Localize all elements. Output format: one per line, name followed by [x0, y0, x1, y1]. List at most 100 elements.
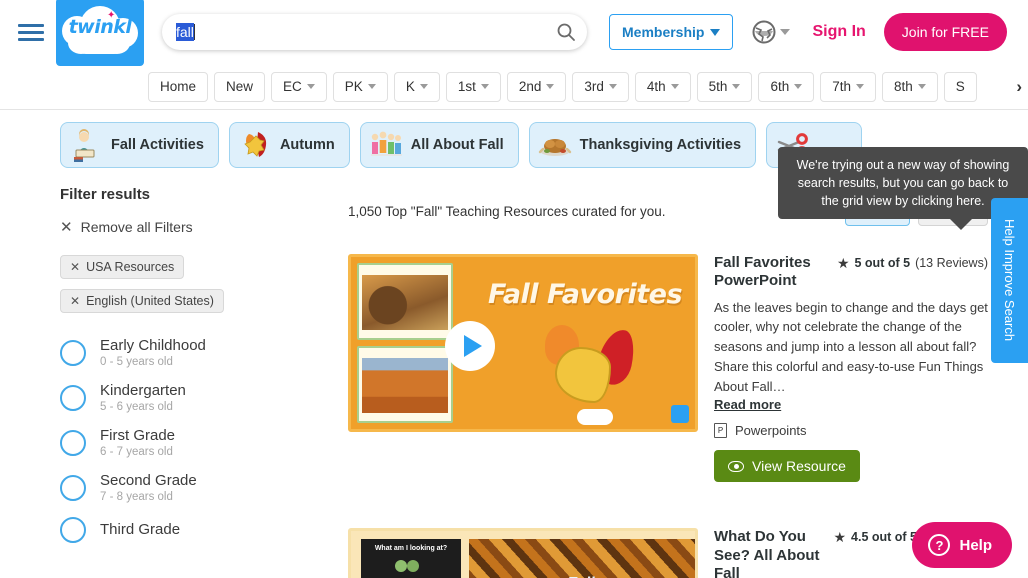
- resource-type-label: Powerpoints: [735, 423, 807, 439]
- radio-icon[interactable]: [60, 384, 86, 411]
- gnav-label: Home: [160, 79, 197, 94]
- hamburger-icon[interactable]: [8, 23, 54, 41]
- thumbnail-title: Fall Favorites: [487, 279, 683, 310]
- resource-thumbnail[interactable]: What am I looking at? Fall: [348, 528, 698, 578]
- children-icon: [369, 128, 403, 162]
- page-body: Filter results ✕ Remove all Filters ✕ US…: [0, 182, 1028, 578]
- gnav-label: New: [226, 79, 254, 94]
- radio-icon[interactable]: [60, 339, 86, 366]
- slide-preview: [357, 346, 453, 423]
- help-improve-search-label: Help Improve Search: [1002, 219, 1017, 342]
- chevron-down-icon: [608, 84, 617, 89]
- gnav-1st[interactable]: 1st: [445, 71, 501, 102]
- thumbnail-slide-previews: [357, 263, 453, 423]
- chip-label: All About Fall: [410, 137, 504, 153]
- gnav-7th[interactable]: 7th: [820, 71, 877, 102]
- slide-preview: [357, 263, 453, 340]
- filter-grade-second[interactable]: Second Grade 7 - 8 years old: [60, 472, 290, 503]
- grade-age: 6 - 7 years old: [100, 446, 173, 458]
- grade-age: 7 - 8 years old: [100, 491, 173, 503]
- result-item: Fall Favorites Fall Favorites PowerPoint…: [348, 254, 988, 483]
- resource-thumbnail[interactable]: Fall Favorites: [348, 254, 698, 432]
- filter-grade-early-childhood[interactable]: Early Childhood 0 - 5 years old: [60, 337, 290, 368]
- view-resource-label: View Resource: [752, 458, 846, 475]
- radio-icon[interactable]: [60, 517, 86, 543]
- gnav-3rd[interactable]: 3rd: [572, 71, 629, 102]
- nav-next-arrow-icon[interactable]: ›: [1010, 76, 1022, 97]
- gnav-home[interactable]: Home: [148, 71, 209, 102]
- logo-wordmark: twinkl: [68, 16, 132, 38]
- help-improve-search-tab[interactable]: Help Improve Search: [991, 198, 1028, 363]
- gnav-2nd[interactable]: 2nd: [506, 71, 567, 102]
- twinkl-logo[interactable]: twinkl ✦: [56, 0, 144, 66]
- read-more-link[interactable]: Read more: [714, 397, 781, 412]
- close-icon: ✕: [70, 294, 81, 308]
- chip-label: Fall Activities: [111, 137, 204, 153]
- thumbnail-question-panel: What am I looking at?: [361, 539, 461, 578]
- applied-filter-usa-resources[interactable]: ✕ USA Resources: [60, 255, 185, 279]
- radio-icon[interactable]: [60, 429, 86, 456]
- gnav-label: 2nd: [518, 79, 542, 94]
- chevron-down-icon: [780, 29, 791, 35]
- chip-fall-activities[interactable]: Fall Activities: [60, 122, 219, 168]
- chip-label: Thanksgiving Activities: [579, 137, 742, 153]
- filter-grade-kindergarten[interactable]: Kindergarten 5 - 6 years old: [60, 382, 290, 413]
- view-resource-button[interactable]: View Resource: [714, 450, 860, 483]
- grade-navigation: Home New EC PK K 1st 2nd 3rd 4th 5th 6th…: [0, 64, 1028, 110]
- gnav-k[interactable]: K: [393, 71, 440, 102]
- grade-age: 0 - 5 years old: [100, 356, 173, 368]
- autumn-leaves-icon: [539, 325, 639, 407]
- play-button-icon[interactable]: [445, 321, 495, 371]
- gnav-new[interactable]: New: [214, 71, 266, 102]
- grade-name: First Grade: [100, 427, 176, 444]
- chevron-down-icon: [794, 84, 803, 89]
- filter-sidebar: Filter results ✕ Remove all Filters ✕ US…: [60, 182, 290, 578]
- gnav-4th[interactable]: 4th: [634, 71, 691, 102]
- chip-thanksgiving-activities[interactable]: Thanksgiving Activities: [528, 122, 757, 168]
- gnav-label: 4th: [646, 79, 666, 94]
- membership-button[interactable]: Membership: [609, 14, 734, 50]
- filter-grade-first[interactable]: First Grade 6 - 7 years old: [60, 427, 290, 458]
- chip-all-about-fall[interactable]: All About Fall: [359, 122, 519, 168]
- site-header: twinkl ✦ fall Membership Sign In Join fo…: [0, 0, 1028, 66]
- gnav-label: 8th: [894, 79, 913, 94]
- filter-grade-third[interactable]: Third Grade: [60, 517, 290, 543]
- thumbnail-caption: What am I looking at?: [374, 545, 448, 553]
- chevron-down-icon: [732, 84, 741, 89]
- search-icon[interactable]: [555, 21, 577, 43]
- grade-name: Third Grade: [100, 521, 181, 538]
- gnav-s[interactable]: S: [943, 71, 977, 102]
- star-icon: ✦: [107, 10, 116, 21]
- roast-turkey-icon: [538, 128, 572, 162]
- star-icon: ★: [836, 255, 850, 271]
- search-bar[interactable]: fall: [162, 14, 587, 50]
- language-selector[interactable]: [751, 19, 791, 45]
- radio-icon[interactable]: [60, 474, 86, 501]
- chip-autumn[interactable]: Autumn: [228, 122, 350, 168]
- gnav-label: 1st: [457, 79, 476, 94]
- help-button[interactable]: ? Help: [912, 522, 1012, 568]
- sign-in-link[interactable]: Sign In: [812, 23, 865, 41]
- gnav-ec[interactable]: EC: [271, 71, 327, 102]
- gnav-label: 5th: [708, 79, 728, 94]
- results-column: 1,050 Top "Fall" Teaching Resources cura…: [290, 182, 1028, 578]
- membership-label: Membership: [622, 24, 705, 40]
- join-for-free-button[interactable]: Join for FREE: [883, 13, 1007, 51]
- remove-all-filters-button[interactable]: ✕ Remove all Filters: [60, 219, 290, 235]
- watermark-logo-icon: [671, 405, 689, 423]
- close-icon: ✕: [70, 260, 81, 274]
- result-title[interactable]: Fall Favorites PowerPoint: [714, 254, 827, 291]
- search-input[interactable]: fall: [176, 23, 194, 41]
- chevron-down-icon: [710, 28, 721, 36]
- gnav-6th[interactable]: 6th: [758, 71, 815, 102]
- gnav-5th[interactable]: 5th: [696, 71, 753, 102]
- filter-pill-label: English (United States): [86, 294, 214, 308]
- result-title[interactable]: What Do You See? All About Fall PowerPoi…: [714, 528, 823, 578]
- applied-filter-english-us[interactable]: ✕ English (United States): [60, 289, 224, 313]
- grade-name: Kindergarten: [100, 382, 186, 399]
- gnav-8th[interactable]: 8th: [882, 71, 938, 102]
- gnav-pk[interactable]: PK: [332, 71, 388, 102]
- filter-results-title: Filter results: [60, 186, 151, 203]
- grade-age: 5 - 6 years old: [100, 401, 173, 413]
- resource-type: P Powerpoints: [714, 423, 988, 439]
